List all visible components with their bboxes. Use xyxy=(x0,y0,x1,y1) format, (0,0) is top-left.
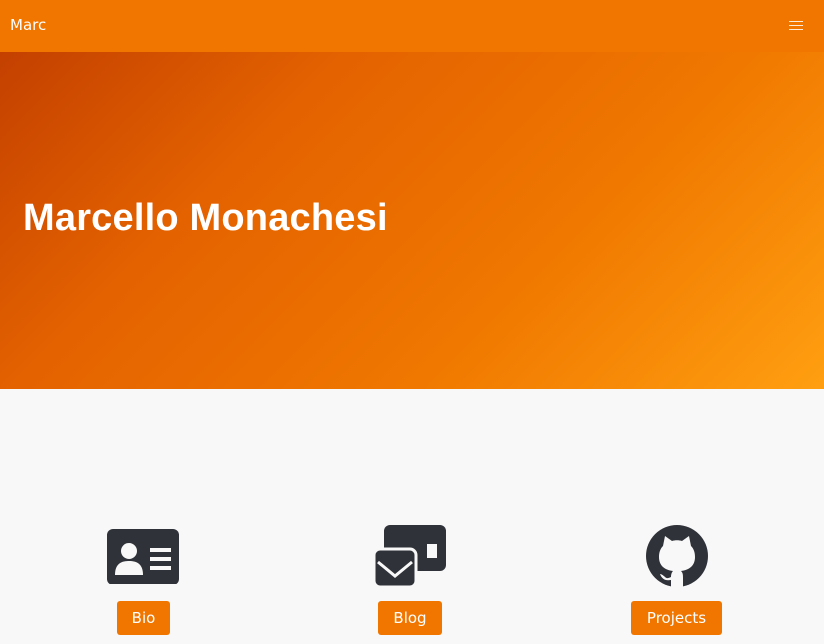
hamburger-menu-button[interactable] xyxy=(780,14,812,38)
hamburger-line xyxy=(789,21,803,22)
blog-card: Blog xyxy=(340,524,480,644)
id-card-icon[interactable] xyxy=(73,524,213,588)
projects-button[interactable]: Projects xyxy=(631,601,722,635)
navbar: Marc xyxy=(0,0,824,52)
github-icon[interactable] xyxy=(607,524,747,588)
hamburger-line xyxy=(789,29,803,30)
bio-card: Bio xyxy=(73,524,213,644)
brand-link[interactable]: Marc xyxy=(10,15,46,35)
page-title: Marcello Monachesi xyxy=(23,197,388,239)
blog-button[interactable]: Blog xyxy=(378,601,442,635)
bio-button[interactable]: Bio xyxy=(117,601,170,635)
projects-card: Projects xyxy=(607,524,747,644)
hero-banner: Marcello Monachesi xyxy=(0,52,824,389)
envelope-icon[interactable] xyxy=(340,524,480,588)
hamburger-line xyxy=(789,25,803,26)
